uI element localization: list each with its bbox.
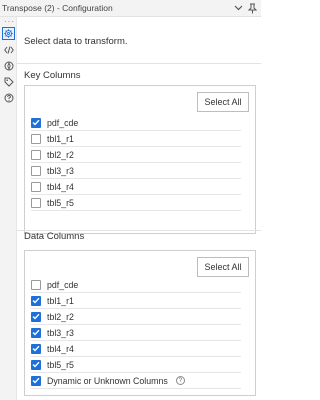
checkbox-label: tbl3_r3 — [47, 327, 74, 338]
checkbox-label: tbl3_r3 — [47, 165, 74, 176]
left-sidebar: ··· — [0, 17, 17, 400]
gear-icon[interactable] — [2, 27, 15, 40]
configuration-panel: Select data to transform. Key Columns Se… — [17, 17, 261, 400]
checkbox-label: tbl4_r4 — [47, 343, 74, 354]
checkbox-label: tbl1_r1 — [47, 295, 74, 306]
data-select-all-button[interactable]: Select All — [197, 257, 249, 277]
tag-icon[interactable] — [2, 75, 15, 88]
checkbox-row[interactable]: tbl2_r2 — [31, 309, 241, 325]
key-columns-title: Key Columns — [24, 70, 81, 81]
pin-icon[interactable] — [245, 1, 259, 15]
checkbox-row[interactable]: tbl1_r1 — [31, 131, 241, 147]
checkbox-row[interactable]: tbl5_r5 — [31, 195, 241, 211]
checkbox-label: tbl1_r1 — [47, 133, 74, 144]
checkbox-row[interactable]: tbl3_r3 — [31, 325, 241, 341]
checkbox[interactable] — [31, 149, 41, 160]
checkbox-label: tbl4_r4 — [47, 181, 74, 192]
checkbox-row[interactable]: tbl2_r2 — [31, 147, 241, 163]
compass-icon[interactable] — [2, 59, 15, 72]
checkbox-label: tbl5_r5 — [47, 197, 74, 208]
checkbox[interactable] — [31, 359, 41, 370]
checkbox-label: pdf_cde — [47, 117, 79, 128]
checkbox[interactable] — [31, 197, 41, 208]
help-icon[interactable]: ? — [175, 376, 185, 385]
checkbox[interactable] — [31, 311, 41, 322]
checkbox-row[interactable]: tbl4_r4 — [31, 341, 241, 357]
data-columns-title: Data Columns — [24, 231, 85, 242]
checkbox-row[interactable]: Dynamic or Unknown Columns? — [31, 373, 241, 389]
more-icon: ··· — [4, 17, 15, 26]
checkbox-label: tbl2_r2 — [47, 149, 74, 160]
checkbox-label: tbl2_r2 — [47, 311, 74, 322]
checkbox[interactable] — [31, 133, 41, 144]
checkbox-row[interactable]: pdf_cde — [31, 277, 241, 293]
intro-text: Select data to transform. — [24, 36, 128, 47]
help-icon[interactable] — [2, 91, 15, 104]
checkbox-row[interactable]: tbl3_r3 — [31, 163, 241, 179]
checkbox[interactable] — [31, 165, 41, 176]
checkbox-label: tbl5_r5 — [47, 359, 74, 370]
checkbox[interactable] — [31, 295, 41, 306]
checkbox-row[interactable]: tbl5_r5 — [31, 357, 241, 373]
checkbox[interactable] — [31, 375, 41, 386]
checkbox-row[interactable]: pdf_cde — [31, 115, 241, 131]
title-bar: Transpose (2) - Configuration — [0, 0, 261, 17]
code-icon[interactable] — [2, 43, 15, 56]
key-select-all-button[interactable]: Select All — [197, 92, 249, 112]
chevron-down-icon[interactable] — [231, 1, 245, 15]
checkbox[interactable] — [31, 279, 41, 290]
checkbox-row[interactable]: tbl1_r1 — [31, 293, 241, 309]
window-title: Transpose (2) - Configuration — [2, 3, 113, 13]
checkbox[interactable] — [31, 343, 41, 354]
checkbox-label: Dynamic or Unknown Columns — [47, 375, 168, 386]
checkbox[interactable] — [31, 117, 41, 128]
checkbox[interactable] — [31, 327, 41, 338]
checkbox[interactable] — [31, 181, 41, 192]
checkbox-label: pdf_cde — [47, 279, 79, 290]
checkbox-row[interactable]: tbl4_r4 — [31, 179, 241, 195]
divider — [17, 63, 261, 64]
